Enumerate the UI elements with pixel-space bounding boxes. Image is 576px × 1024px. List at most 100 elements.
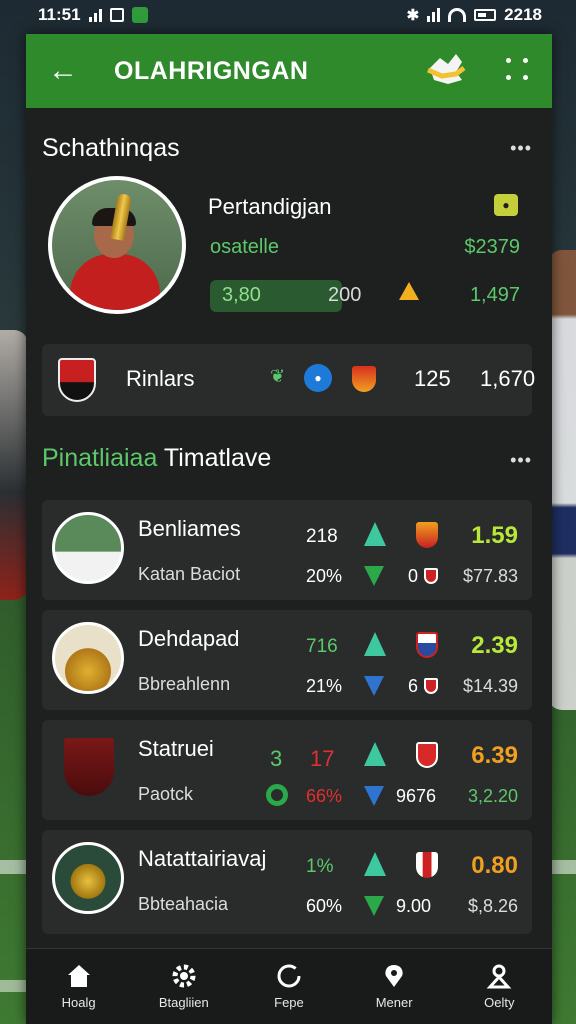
nav-location[interactable]: Mener	[349, 963, 439, 1010]
status-time: 11:51	[38, 5, 81, 24]
team-row[interactable]: Rinlars ❦ ● 125 1,670	[42, 344, 536, 416]
stat-value: 218	[306, 526, 338, 547]
stat-percent: 21%	[306, 676, 343, 696]
trend-down-icon	[364, 896, 384, 916]
player-list: Benliames Katan Baciot 218 20% 0 1.59 $7…	[42, 500, 532, 944]
app-bar: ← OLAHRIGNGAN	[26, 34, 552, 108]
featured-price: $2379	[464, 236, 520, 258]
menu-grid-icon[interactable]	[506, 58, 532, 84]
more-options-icon[interactable]: •••	[510, 138, 532, 159]
stat-percent: 66%	[306, 786, 343, 806]
back-button[interactable]: ←	[48, 54, 88, 88]
trend-up-icon	[364, 522, 386, 546]
list-title-white: Timatlave	[163, 444, 272, 472]
status-bar: 11:51 ✱ 2218	[0, 0, 576, 30]
person-icon	[486, 964, 512, 989]
trend-down-icon	[364, 676, 384, 696]
odds-value: 3,80	[222, 284, 261, 306]
nav-label: Btagliien	[158, 995, 209, 1010]
list-item[interactable]: Dehdapad Bbreahlenn 716 21% 6 2.39 $14.3…	[42, 610, 532, 710]
trend-down-icon	[364, 566, 384, 586]
section-title: Schathinqas	[42, 134, 180, 162]
team-stat: 125	[414, 366, 451, 391]
featured-player-avatar[interactable]	[48, 176, 186, 314]
club-crest-icon	[416, 522, 438, 548]
nav-refresh[interactable]: Fepe	[244, 963, 334, 1010]
small-crest-icon	[424, 678, 438, 694]
nav-label: Fepe	[274, 995, 304, 1010]
trophy-avatar	[52, 622, 124, 694]
price-value: 0.80	[471, 852, 518, 879]
team-name: Rinlars	[126, 366, 195, 391]
stat-percent: 20%	[306, 566, 343, 586]
status-right-time: 2218	[504, 5, 542, 24]
trophy-avatar	[52, 842, 124, 914]
player-name: Statruei	[138, 736, 214, 761]
battery-icon	[474, 9, 497, 21]
club-crest-icon	[416, 742, 438, 768]
tag-icon[interactable]: ●	[494, 194, 518, 216]
trend-up-icon	[364, 852, 386, 876]
stat-value: 716	[306, 636, 338, 657]
nav-label: Mener	[375, 995, 413, 1010]
player-subtitle: Paotck	[138, 784, 194, 804]
nav-label: Oelty	[484, 995, 515, 1010]
list-section-title: Pinatliaiaa Timatlave	[42, 444, 271, 473]
list-item[interactable]: Statruei Paotck 3 17 66% 9676 6.39 3,2.2…	[42, 720, 532, 820]
stat-percent: 60%	[306, 896, 343, 916]
wifi-icon	[448, 8, 467, 22]
club-badge-avatar	[64, 738, 114, 796]
list-item[interactable]: Benliames Katan Baciot 218 20% 0 1.59 $7…	[42, 500, 532, 600]
club-crest-icon	[416, 632, 438, 658]
price-value: 2.39	[471, 632, 518, 659]
trend-up-icon	[364, 742, 386, 766]
price-value: 1.59	[471, 522, 518, 549]
refresh-icon	[277, 964, 301, 988]
list-title-green: Pinatliaiaa	[42, 444, 158, 472]
nav-home[interactable]: Hoalg	[34, 963, 124, 1010]
featured-team: osatelle	[210, 236, 279, 258]
stat-count: 9676	[396, 786, 437, 806]
featured-title: Pertandigjan	[208, 194, 332, 219]
stat-count: 9.00	[396, 896, 432, 916]
bluetooth-icon: ✱	[406, 7, 420, 24]
player-name: Natattairiavaj	[138, 846, 267, 871]
warning-icon	[399, 282, 419, 300]
team-crest-icon	[58, 358, 96, 402]
stat-value: 1%	[306, 856, 334, 877]
player-name: Benliames	[138, 516, 241, 541]
trend-down-icon	[364, 786, 384, 806]
main-panel: ← OLAHRIGNGAN Schathinqas ••• Pertandigj…	[26, 34, 552, 1024]
player-avatar	[52, 512, 124, 584]
notification-icon	[109, 8, 124, 22]
nav-label: Hoalg	[61, 995, 96, 1010]
background-player-right	[548, 250, 576, 710]
background-player-left	[0, 330, 28, 600]
team-stat: 1,670	[480, 366, 536, 391]
app-notification-icon	[131, 7, 148, 23]
price-value: 6.39	[471, 742, 518, 769]
price-sub: $77.83	[462, 566, 518, 586]
trend-up-icon	[364, 632, 386, 656]
more-options-icon[interactable]: •••	[510, 450, 532, 471]
bottom-navigation: Hoalg Btagliien Fepe Mener Oelty	[26, 948, 552, 1024]
opponent-crest-icon	[352, 366, 376, 392]
price-sub: $14.39	[462, 676, 518, 696]
stat-value-secondary: 17	[310, 746, 335, 771]
club-crest-icon	[416, 852, 438, 878]
list-item[interactable]: Natattairiavaj Bbteahacia 1% 60% 9.00 0.…	[42, 830, 532, 934]
nav-profile[interactable]: Oelty	[454, 963, 544, 1010]
small-crest-icon	[424, 568, 438, 584]
trophy-icon[interactable]	[426, 50, 466, 88]
featured-right-value: 1,497	[469, 284, 520, 306]
leaf-icon: ❦	[270, 366, 286, 386]
stat-count: 0	[408, 566, 419, 586]
app-title: OLAHRIGNGAN	[114, 56, 309, 85]
player-name: Dehdapad	[138, 626, 240, 651]
home-icon	[67, 965, 90, 987]
price-sub: $,8.26	[467, 896, 518, 916]
info-icon[interactable]: ●	[304, 364, 332, 392]
price-sub: 3,2.20	[467, 786, 518, 806]
cell-signal-icon	[427, 8, 441, 22]
nav-settings[interactable]: Btagliien	[139, 963, 229, 1010]
